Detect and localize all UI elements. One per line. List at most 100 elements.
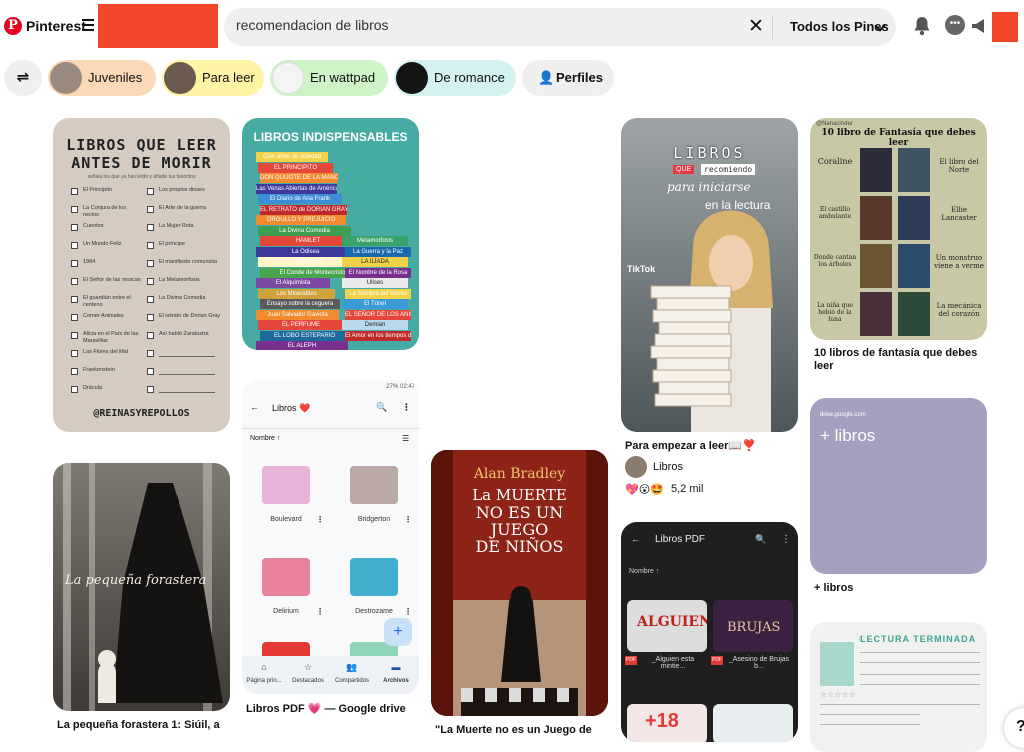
chip-para-leer[interactable]: Para leer: [162, 60, 264, 96]
pin-caption[interactable]: + libros: [814, 582, 984, 595]
book-spine: EL PRINCIPITO: [258, 162, 333, 173]
book-spine: El Amor en los tiempos del Cólera: [345, 330, 411, 341]
book-spine: La Odisea: [256, 246, 355, 257]
folder-name: Boulevard: [270, 516, 302, 523]
book-spine: El Túnel: [342, 299, 408, 309]
book-spine: El Nombre de la Rosa: [345, 267, 411, 278]
book-spine: El Alquimista: [256, 278, 330, 288]
checklist-item: La Mujer Rota: [159, 223, 194, 229]
chip-thumbnail: [272, 62, 304, 94]
clock: 02:47: [399, 384, 415, 390]
overlay-line4: para iniciarse: [667, 180, 751, 194]
checkbox-icon: [147, 224, 154, 231]
chip-thumbnail: [396, 62, 428, 94]
book-name: Ellie Lancaster: [941, 206, 977, 222]
pin-drive-screenshot[interactable]: 27% 02:47 ← Libros ❤️ 🔍 ⋮ Nombre ↑ ☰ Bou…: [242, 380, 419, 694]
reaction-count: 5,2 mil: [671, 483, 704, 495]
clear-search-icon[interactable]: ✕: [748, 17, 764, 36]
checklist-item: Drácula: [83, 385, 102, 391]
book-cover: [860, 148, 892, 192]
chip-perfiles[interactable]: 👤 Perfiles: [522, 60, 614, 96]
nav-icon: ⌂: [261, 662, 267, 672]
book-spine: El Diario de Ana Frank: [258, 194, 342, 204]
checklist-item: Los propios dioses: [159, 187, 205, 193]
checkbox-icon: [71, 224, 78, 231]
author-avatar[interactable]: [625, 456, 647, 478]
book-spine: La Sombra del Viento: [345, 288, 411, 299]
checkbox-icon: [147, 206, 154, 213]
book-name: La mecánica del corazón: [936, 302, 982, 318]
help-button[interactable]: ?: [1004, 708, 1024, 748]
folder-name: Destrozame: [355, 608, 393, 615]
book-spine: EL LOBO ESTEPARIO: [260, 330, 349, 341]
checklist-item: El Principito: [83, 187, 113, 193]
checkbox-icon: [71, 242, 78, 249]
checklist-item: Alicia en el País de las Maravillas: [83, 331, 139, 344]
search-bar[interactable]: recomendacion de libros ✕ Todos los Pine…: [224, 8, 896, 46]
chip-de-romance[interactable]: De romance: [394, 60, 516, 96]
pin-libros-pdf-dark[interactable]: ← Libros PDF 🔍 ⋮ Nombre ↑ ALGUIEN BRUJAS…: [621, 522, 798, 742]
checkbox-icon: [71, 296, 78, 303]
tiktok-watermark: TikTok: [627, 264, 656, 274]
pin-title: LIBROS INDISPENSABLES: [253, 130, 408, 144]
updates-megaphone-icon[interactable]: [970, 18, 992, 34]
chip-label: Para leer: [202, 70, 255, 85]
chip-en-wattpad[interactable]: En wattpad: [270, 60, 388, 96]
book-cover: [860, 244, 892, 288]
more-icon: ⋮: [404, 515, 412, 524]
checkbox-icon: [71, 206, 78, 213]
blank-line: [159, 392, 215, 393]
messages-icon[interactable]: •••: [945, 15, 965, 35]
book-cover: [898, 244, 930, 288]
reaction-emojis: 💖😮🤩: [625, 484, 664, 496]
author-name[interactable]: Libros: [653, 461, 683, 473]
pinterest-logo-icon[interactable]: P: [4, 17, 22, 35]
overlay-line2: QUE: [673, 165, 695, 174]
folder-name: Bridgerton: [357, 516, 391, 523]
more-icon: ⋮: [781, 534, 791, 545]
folder-icon: [262, 466, 310, 504]
book-spine: Las Venas Abiertas de América Latina: [256, 183, 337, 194]
pin-libros-indispensables[interactable]: LIBROS INDISPENSABLES Cien años de soled…: [242, 118, 419, 350]
file-thumbnail: [713, 704, 793, 742]
pin-caption[interactable]: La pequeña forastera 1: Siúil, a: [57, 719, 237, 732]
book-name: El libro del Norte: [939, 158, 979, 174]
book-spine: ORGULLO Y PREJUICIO: [256, 215, 346, 225]
book-spine: Demian: [342, 320, 408, 330]
checklist-item: La Metamorfosis: [159, 277, 200, 283]
add-fab-icon: +: [384, 618, 412, 646]
pin-libros-antes-de-morir[interactable]: LIBROS QUE LEER ANTES DE MORIR señala lo…: [53, 118, 230, 432]
nav-icon: 👥: [346, 662, 358, 672]
file-name: _Asesino de Brujas b...: [728, 656, 790, 670]
pin-pequena-forastera[interactable]: La pequeña forastera: [53, 463, 230, 711]
book-name: La niña que bebió de la luna: [817, 302, 853, 323]
pin-caption[interactable]: 10 libros de fantasía que debes leer: [814, 347, 984, 373]
checklist-item: La Divina Comedia: [159, 295, 206, 301]
checkbox-icon: [71, 332, 78, 339]
search-input[interactable]: recomendacion de libros: [236, 17, 389, 33]
brand-name[interactable]: Pinterest: [26, 18, 86, 34]
checkbox-icon: [71, 278, 78, 285]
checkbox-icon: [71, 386, 78, 393]
pin-caption[interactable]: Para empezar a leer📖❣️: [625, 440, 802, 453]
pin-caption[interactable]: "La Muerte no es un Juego de: [435, 724, 612, 737]
book-spine: La Divina Comedia: [258, 225, 351, 236]
book-cover: [860, 196, 892, 240]
checklist-item: 1984: [83, 259, 96, 265]
book-name: Coraline: [817, 157, 853, 166]
pin-title: LECTURA TERMINADA: [860, 634, 977, 644]
menu-icon[interactable]: [82, 19, 94, 31]
heart-icon: ♡: [858, 635, 866, 644]
folder-name: Delirium: [273, 608, 299, 615]
book-spine: EL PERFUME: [258, 320, 344, 330]
filters-button[interactable]: ⇌: [4, 60, 42, 96]
chip-juveniles[interactable]: Juveniles: [48, 60, 156, 96]
pin-caption[interactable]: Libros PDF 💗 — Google drive: [246, 703, 423, 716]
pin-libros-para-iniciarse[interactable]: LIBROS QUE recomiendo para iniciarse en …: [621, 118, 798, 432]
pin-fantasia[interactable]: @Nanacinder 10 libro de Fantasía que deb…: [810, 118, 987, 340]
checkbox-icon: [147, 242, 154, 249]
notifications-bell-icon[interactable]: [913, 16, 931, 36]
pin-muerte-no-es-un-juego[interactable]: Alan Bradley La MUERTE NO ES UN JUEGO DE NI…: [431, 450, 608, 716]
pin-mas-libros[interactable]: drive.google.com + libros: [810, 398, 987, 574]
book-spine: Los Miserables: [258, 288, 335, 299]
